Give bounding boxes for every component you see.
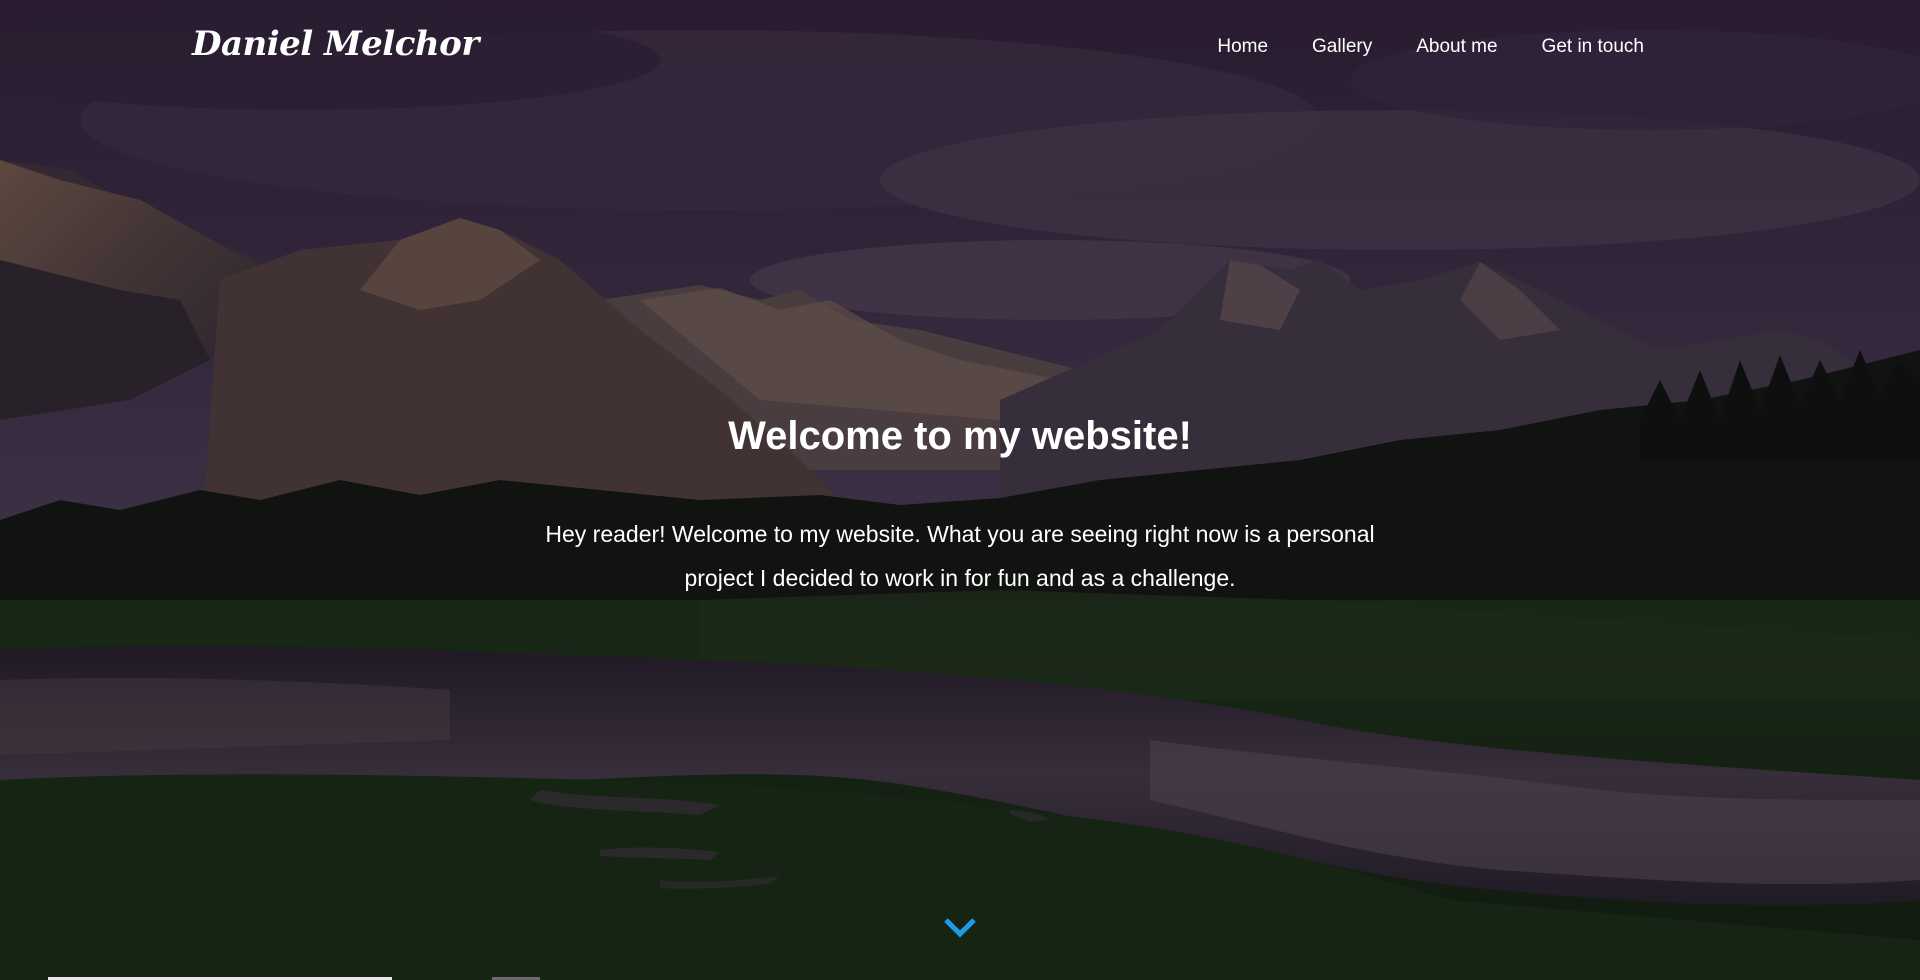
hero-intro-text: Hey reader! Welcome to my website. What … <box>545 521 1375 591</box>
chevron-down-icon <box>944 918 976 938</box>
nav-link-home[interactable]: Home <box>1217 36 1268 58</box>
nav-link-gallery[interactable]: Gallery <box>1312 36 1372 58</box>
hero-title: Welcome to my website! <box>728 414 1192 458</box>
main-navigation: Home Gallery About me Get in touch <box>1217 36 1644 58</box>
page-bottom-edge <box>0 976 1920 980</box>
site-logo[interactable]: Daniel Melchor <box>192 24 479 64</box>
hero-background-image <box>0 0 1920 980</box>
scroll-down-button[interactable] <box>940 912 980 942</box>
nav-link-about-me[interactable]: About me <box>1416 36 1497 58</box>
hero-section: Daniel Melchor Home Gallery About me Get… <box>0 0 1920 980</box>
nav-link-get-in-touch[interactable]: Get in touch <box>1542 36 1644 58</box>
